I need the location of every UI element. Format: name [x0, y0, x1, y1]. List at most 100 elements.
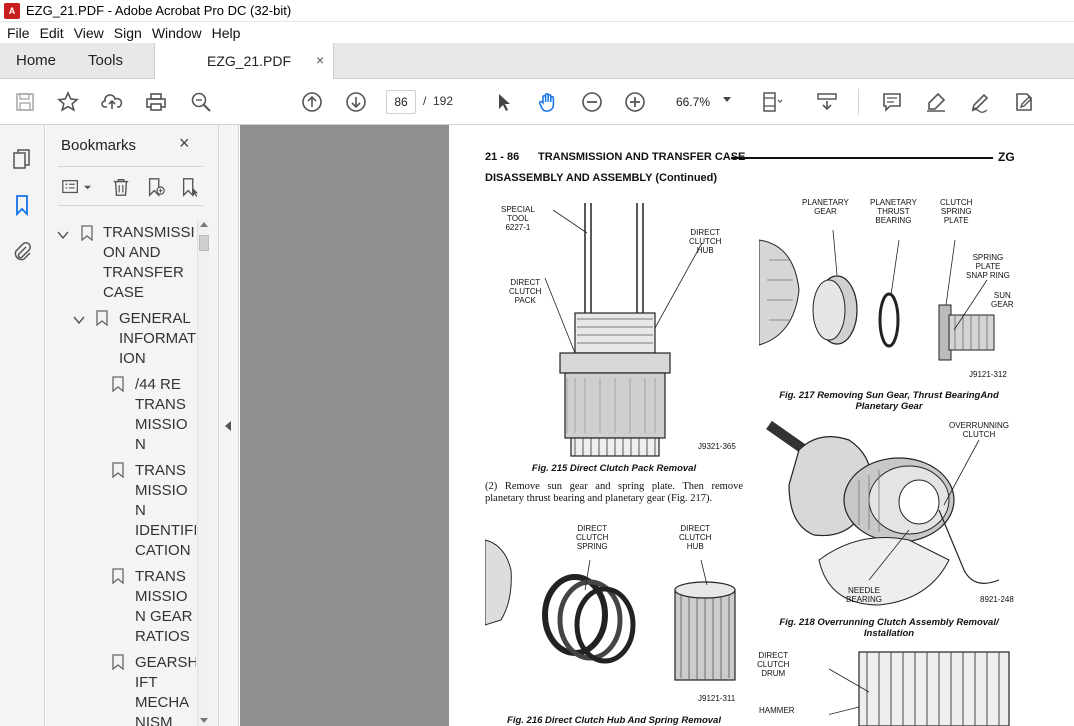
- collapse-arrow-icon[interactable]: [225, 421, 231, 431]
- figure-216-code: J9121-311: [698, 694, 736, 703]
- page-header-number: 21 - 86: [485, 151, 520, 163]
- tab-bar: Home Tools EZG_21.PDF ×: [0, 43, 1074, 79]
- panel-collapse-strip[interactable]: [219, 125, 239, 726]
- bookmark-item-44-re-transmission[interactable]: /44 RE TRANS MISSIO N: [135, 375, 188, 455]
- comment-icon[interactable]: [880, 90, 904, 114]
- bookmark-item-transmission-gear-ratios[interactable]: TRANS MISSIO N GEAR RATIOS: [135, 567, 193, 647]
- window-title-bar: A EZG_21.PDF - Adobe Acrobat Pro DC (32-…: [0, 0, 1074, 22]
- zoom-in-icon[interactable]: [623, 90, 647, 114]
- highlight-icon[interactable]: [924, 90, 948, 114]
- bookmark-icon: [112, 376, 124, 392]
- label-direct-clutch-spring: DIRECT CLUTCH SPRING: [576, 524, 609, 551]
- header-rule: [731, 157, 993, 159]
- scrollbar-thumb[interactable]: [199, 235, 209, 251]
- new-bookmark-icon[interactable]: [145, 176, 167, 198]
- figure-219-illustration: [829, 651, 1010, 726]
- left-navigation-rail: [0, 125, 45, 726]
- figure-217-code: J9121-312: [969, 370, 1007, 379]
- bookmark-item-transmission[interactable]: TRANSMISSI ON AND TRANSFER CASE: [103, 223, 195, 303]
- label-direct-clutch-hub: DIRECT CLUTCH HUB: [689, 228, 722, 255]
- zoom-search-icon[interactable]: [189, 90, 213, 114]
- page-down-icon[interactable]: [344, 90, 368, 114]
- window-title: EZG_21.PDF - Adobe Acrobat Pro DC (32-bi…: [26, 3, 292, 18]
- chevron-down-icon[interactable]: [73, 314, 85, 326]
- figure-215-caption: Fig. 215 Direct Clutch Pack Removal: [531, 463, 697, 474]
- hand-icon[interactable]: [536, 90, 560, 114]
- body-paragraph: (2) Remove sun gear and spring plate. Th…: [485, 481, 743, 504]
- scroll-down-arrow-icon[interactable]: [200, 718, 208, 723]
- scroll-mode-icon[interactable]: [815, 90, 839, 114]
- tab-document-label: EZG_21.PDF: [207, 53, 292, 69]
- save-icon[interactable]: [13, 90, 37, 114]
- bookmark-star-icon[interactable]: [56, 90, 80, 114]
- label-direct-clutch-pack: DIRECT CLUTCH PACK: [509, 278, 542, 305]
- chevron-down-icon[interactable]: [57, 229, 69, 241]
- page-number-input[interactable]: 86: [386, 90, 416, 114]
- figure-215-code: J9321-365: [698, 442, 736, 451]
- label-sun-gear: SUN GEAR: [991, 291, 1014, 309]
- scroll-up-arrow-icon[interactable]: [200, 222, 208, 227]
- chevron-down-icon[interactable]: [723, 97, 731, 102]
- menu-help[interactable]: Help: [207, 25, 246, 41]
- figure-217-illustration: [759, 229, 995, 361]
- menu-window[interactable]: Window: [147, 25, 207, 41]
- bookmark-item-transmission-identification[interactable]: TRANS MISSIO N IDENTIFI CATION: [135, 461, 196, 561]
- bookmark-icon: [81, 225, 93, 241]
- bookmarks-scrollbar[interactable]: [197, 219, 209, 726]
- tab-document[interactable]: EZG_21.PDF ×: [154, 43, 334, 79]
- label-needle-bearing: NEEDLE BEARING: [846, 586, 883, 604]
- bookmarks-title: Bookmarks: [61, 137, 137, 154]
- menu-bar: File Edit View Sign Window Help: [0, 22, 1074, 43]
- bookmarks-toolbar: [58, 166, 203, 206]
- delete-bookmark-icon[interactable]: [110, 176, 132, 198]
- document-viewport[interactable]: 21 - 86 TRANSMISSION AND TRANSFER CASE Z…: [240, 125, 1074, 726]
- menu-view[interactable]: View: [69, 25, 109, 41]
- select-arrow-icon[interactable]: [492, 90, 516, 114]
- attachments-icon[interactable]: [10, 239, 34, 263]
- main-toolbar: 86 / 192 66.7%: [0, 79, 1074, 125]
- bookmark-options-icon[interactable]: [60, 176, 82, 198]
- bookmark-icon: [112, 568, 124, 584]
- label-planetary-gear: PLANETARY GEAR: [802, 198, 849, 216]
- label-special-tool: SPECIAL TOOL 6227-1: [501, 205, 535, 232]
- menu-sign[interactable]: Sign: [109, 25, 147, 41]
- bookmarks-tree: TRANSMISSI ON AND TRANSFER CASE GENERAL …: [46, 215, 196, 726]
- toolbar-divider: [858, 89, 859, 115]
- close-tab-icon[interactable]: ×: [316, 52, 324, 68]
- bookmark-icon: [96, 310, 108, 326]
- zoom-level-dropdown[interactable]: 66.7%: [668, 90, 738, 114]
- label-direct-clutch-hub-2: DIRECT CLUTCH HUB: [679, 524, 712, 551]
- sign-icon[interactable]: [968, 90, 992, 114]
- figure-217-caption: Fig. 217 Removing Sun Gear, Thrust Beari…: [779, 390, 999, 412]
- page-fit-icon[interactable]: [760, 90, 784, 114]
- print-icon[interactable]: [144, 90, 168, 114]
- label-hammer: HAMMER: [759, 706, 795, 715]
- upload-icon[interactable]: [100, 90, 124, 114]
- tab-tools[interactable]: Tools: [88, 52, 123, 69]
- menu-edit[interactable]: Edit: [35, 25, 69, 41]
- page-total: 192: [433, 94, 454, 108]
- tab-home[interactable]: Home: [16, 52, 56, 69]
- label-planetary-thrust-bearing: PLANETARY THRUST BEARING: [870, 198, 917, 225]
- bookmark-item-general-information[interactable]: GENERAL INFORMAT ION: [119, 309, 196, 369]
- page-up-icon[interactable]: [300, 90, 324, 114]
- label-direct-clutch-drum: DIRECT CLUTCH DRUM: [757, 651, 790, 678]
- close-icon[interactable]: ×: [179, 133, 190, 154]
- figure-218-caption: Fig. 218 Overrunning Clutch Assembly Rem…: [779, 617, 999, 639]
- menu-file[interactable]: File: [2, 25, 35, 41]
- bookmarks-panel-icon[interactable]: [10, 193, 34, 217]
- page-thumbnails-icon[interactable]: [10, 147, 34, 171]
- label-overrunning-clutch: OVERRUNNING CLUTCH: [949, 421, 1010, 439]
- edit-pdf-icon[interactable]: [1012, 90, 1036, 114]
- bookmark-icon: [112, 462, 124, 478]
- figure-216-caption: Fig. 216 Direct Clutch Hub And Spring Re…: [507, 715, 721, 726]
- bookmarks-panel: Bookmarks × TRANSMISSI ON AND TRANSFER C…: [46, 125, 219, 726]
- bookmark-item-gearshift-mechanism[interactable]: GEARSH IFT MECHA NISM: [135, 653, 196, 726]
- section-heading: DISASSEMBLY AND ASSEMBLY (Continued): [485, 172, 718, 184]
- find-bookmark-icon[interactable]: [179, 176, 201, 198]
- chevron-down-icon[interactable]: [80, 176, 94, 198]
- bookmark-icon: [112, 654, 124, 670]
- figure-218-code: 8921-248: [980, 595, 1014, 604]
- zoom-out-icon[interactable]: [580, 90, 604, 114]
- acrobat-app-icon: A: [4, 2, 20, 19]
